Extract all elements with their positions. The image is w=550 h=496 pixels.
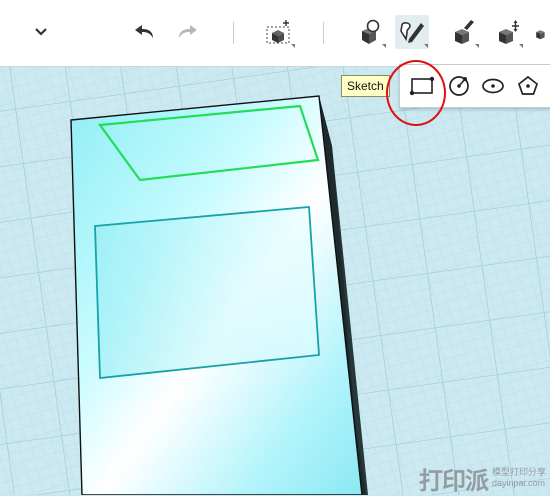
toolbar-separator [323,22,324,44]
ellipse-tool-icon[interactable] [477,70,509,102]
modify-paint-icon[interactable] [446,15,480,49]
collapse-chevron-icon[interactable] [24,15,58,49]
circle-tool-icon[interactable] [443,70,475,102]
primitive-box-icon[interactable] [262,15,296,49]
sketch-tooltip: Sketch [341,75,390,97]
front-rectangle-sketch[interactable] [94,206,320,379]
annotation-highlight-circle [386,60,446,126]
menu-corner-icon [475,44,479,48]
main-toolbar [0,0,550,67]
transform-move-icon[interactable] [490,15,524,49]
menu-corner-icon [382,44,386,48]
group-cube-icon[interactable] [532,15,550,49]
sketch-pen-icon[interactable] [395,15,429,49]
menu-corner-icon [519,44,523,48]
menu-corner-icon [291,44,295,48]
watermark-line1: 模型打印分享 [491,467,546,477]
sketch-shape-icon[interactable] [353,15,387,49]
polygon-tool-icon[interactable] [512,70,544,102]
menu-corner-icon [424,44,428,48]
3d-viewport[interactable] [0,67,550,495]
watermark-line2: dayinpai.com [491,478,546,488]
watermark-logo-text: 打印派 [418,468,489,495]
watermark: 打印派 模型打印分享 dayinpai.com [376,463,546,495]
workplane-scene [0,67,550,495]
toolbar-separator [233,22,234,44]
undo-icon[interactable] [128,15,162,49]
redo-icon[interactable] [170,15,204,49]
